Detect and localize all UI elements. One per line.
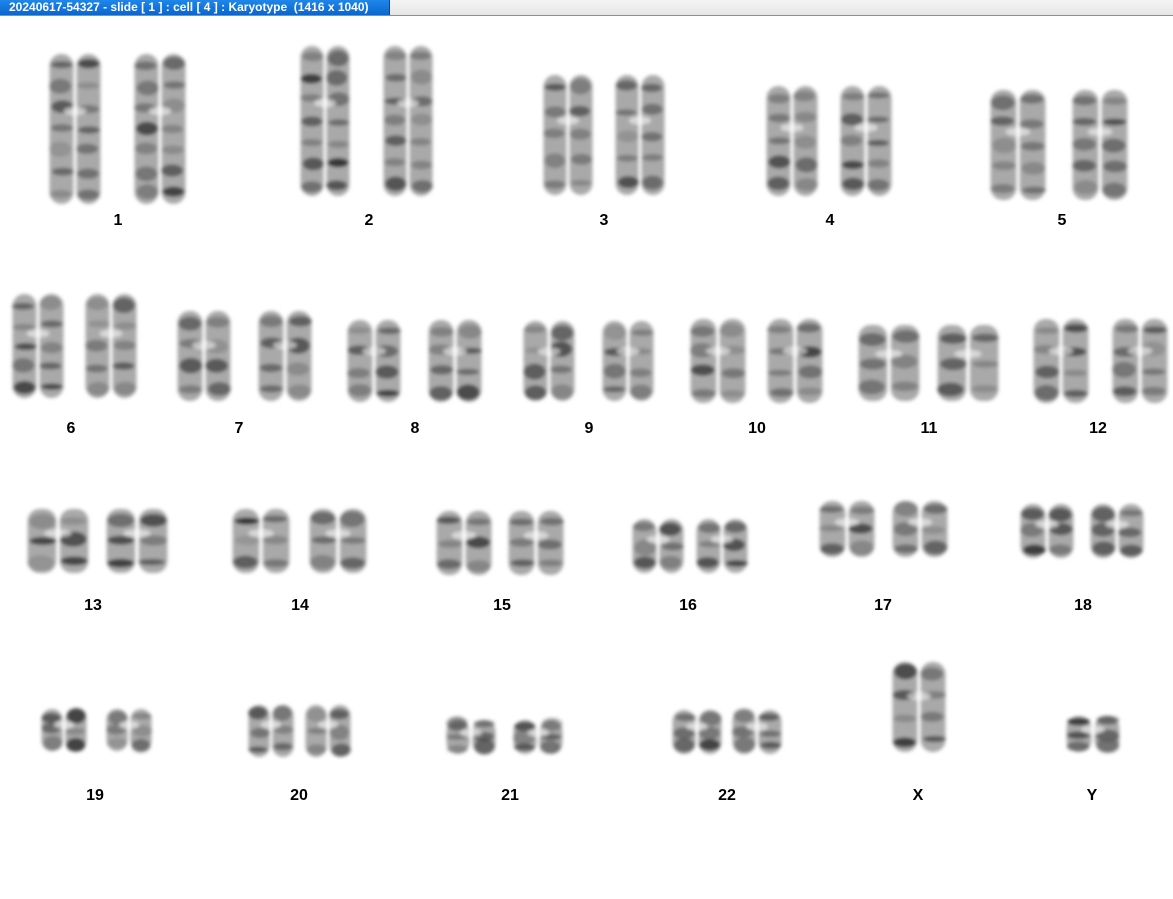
chromosome-label: 14 (291, 597, 309, 614)
chromosome-label: 10 (748, 420, 766, 437)
chromosome-22-b[interactable] (732, 708, 782, 754)
chromosome-label: 6 (66, 420, 76, 437)
chromosome-6-a[interactable] (12, 294, 64, 398)
chromosome-label: 1 (113, 212, 123, 229)
chromosome-1-a[interactable] (49, 54, 101, 204)
chromosome-11-b[interactable] (937, 325, 999, 401)
chromosome-label: 2 (364, 212, 374, 229)
chromosome-label: 11 (920, 420, 938, 437)
chromosome-label: 4 (825, 212, 835, 229)
window-title[interactable]: 20240617-54327 - slide [ 1 ] : cell [ 4 … (0, 0, 390, 15)
chromosome-14-b[interactable] (309, 509, 367, 573)
chromosome-21-a[interactable] (446, 716, 496, 755)
chromosome-5-a[interactable] (990, 90, 1046, 200)
chromosome-2-a[interactable] (300, 46, 350, 196)
chromosome-label: 5 (1057, 212, 1067, 229)
chromosome-5-b[interactable] (1072, 90, 1128, 200)
chromosome-21-b[interactable] (513, 717, 563, 754)
chromosome-17-b[interactable] (892, 501, 948, 557)
chromosome-8-b[interactable] (428, 320, 482, 402)
chromosome-8-a[interactable] (347, 320, 401, 402)
chromosome-label: 15 (493, 597, 511, 614)
chromosome-9-b[interactable] (602, 321, 654, 401)
chromosome-17-a[interactable] (819, 501, 875, 557)
chromosome-19-b[interactable] (106, 709, 152, 753)
chromosome-12-a[interactable] (1033, 319, 1089, 403)
chromosome-15-a[interactable] (436, 511, 492, 575)
chromosome-label: 18 (1074, 597, 1092, 614)
chromosome-X-a[interactable] (892, 662, 946, 752)
chromosome-7-a[interactable] (177, 311, 231, 401)
chromosome-20-b[interactable] (305, 705, 351, 757)
chromosome-22-a[interactable] (672, 710, 722, 754)
chromosome-4-a[interactable] (766, 86, 818, 196)
chromosome-11-a[interactable] (858, 325, 920, 401)
chromosome-label: 12 (1089, 420, 1107, 437)
chromosome-label: 21 (501, 787, 519, 804)
chromosome-7-b[interactable] (258, 311, 312, 401)
chromosome-14-a[interactable] (232, 509, 290, 573)
chromosome-6-b[interactable] (85, 294, 137, 398)
chromosome-label: 22 (718, 787, 736, 804)
chromosome-label: 9 (584, 420, 594, 437)
chromosome-2-b[interactable] (383, 46, 433, 196)
chromosome-16-b[interactable] (696, 519, 748, 573)
chromosome-label: 20 (290, 787, 308, 804)
chromosome-label: 13 (84, 597, 102, 614)
chromosome-13-a[interactable] (27, 509, 89, 573)
chromosome-4-b[interactable] (840, 86, 892, 196)
chromosome-label: 17 (874, 597, 892, 614)
window-title-bar: 20240617-54327 - slide [ 1 ] : cell [ 4 … (0, 0, 1173, 16)
chromosome-19-a[interactable] (41, 708, 87, 752)
chromosome-label: Y (1086, 787, 1098, 804)
chromosome-13-b[interactable] (106, 509, 168, 573)
chromosome-1-b[interactable] (134, 54, 186, 204)
chromosome-18-a[interactable] (1020, 504, 1074, 558)
chromosome-18-b[interactable] (1090, 504, 1144, 558)
chromosome-9-a[interactable] (523, 321, 575, 401)
chromosome-label: 16 (679, 597, 697, 614)
chromosome-12-b[interactable] (1112, 319, 1168, 403)
chromosome-Y-a[interactable] (1066, 715, 1120, 753)
chromosome-3-a[interactable] (543, 75, 593, 195)
chromosome-label: 8 (410, 420, 420, 437)
karyotype-canvas: 1 2 3 4 5 6 7 8 9 10 11 12 13 14 15 16 17 18 19 20 21 22 X Y (0, 17, 1173, 899)
chromosome-10-a[interactable] (690, 319, 746, 403)
chromosome-15-b[interactable] (508, 511, 564, 575)
chromosome-label: 7 (234, 420, 244, 437)
chromosome-label: 3 (599, 212, 609, 229)
chromosome-16-a[interactable] (632, 519, 684, 573)
chromosome-label: X (912, 787, 924, 804)
chromosome-label: 19 (86, 787, 104, 804)
chromosome-3-b[interactable] (615, 75, 665, 195)
chromosome-20-a[interactable] (248, 705, 294, 757)
chromosome-10-b[interactable] (767, 319, 823, 403)
chromosome-images (12, 46, 1168, 757)
